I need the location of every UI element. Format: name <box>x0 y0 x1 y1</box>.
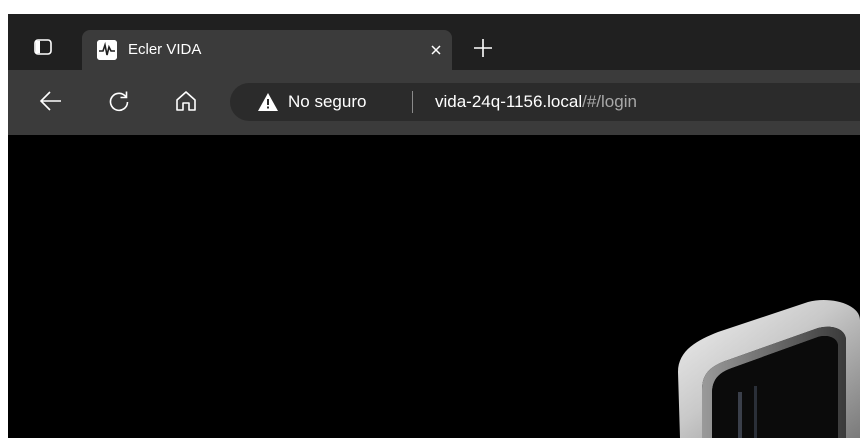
refresh-icon <box>109 91 129 112</box>
browser-window: Ecler VIDA No seguro vida-24q-1156.local… <box>8 14 860 438</box>
address-bar[interactable]: No seguro vida-24q-1156.local/#/login <box>230 83 860 121</box>
tab-strip: Ecler VIDA <box>8 14 860 70</box>
url-host: vida-24q-1156.local <box>435 92 583 111</box>
url-path: /#/login <box>582 92 637 111</box>
url-text[interactable]: vida-24q-1156.local/#/login <box>435 92 637 112</box>
arrow-left-icon <box>39 91 61 111</box>
tab-actions-button[interactable] <box>23 30 63 64</box>
refresh-button[interactable] <box>102 84 136 118</box>
tab-actions-icon <box>34 39 52 55</box>
device-hardware-image <box>678 300 860 438</box>
home-button[interactable] <box>169 84 203 118</box>
tab-ecler-vida[interactable]: Ecler VIDA <box>82 30 452 70</box>
close-icon <box>431 45 441 55</box>
plus-icon <box>474 39 492 57</box>
address-separator <box>412 91 413 113</box>
navigation-toolbar: No seguro vida-24q-1156.local/#/login <box>8 70 860 135</box>
tab-title: Ecler VIDA <box>128 41 202 58</box>
security-status-label[interactable]: No seguro <box>288 92 366 112</box>
new-tab-button[interactable] <box>470 35 496 61</box>
page-content <box>8 135 860 438</box>
back-button[interactable] <box>34 84 68 118</box>
warning-icon[interactable] <box>257 92 279 112</box>
home-icon <box>176 91 196 111</box>
tab-close-button[interactable] <box>426 40 446 60</box>
waveform-icon <box>97 40 117 60</box>
